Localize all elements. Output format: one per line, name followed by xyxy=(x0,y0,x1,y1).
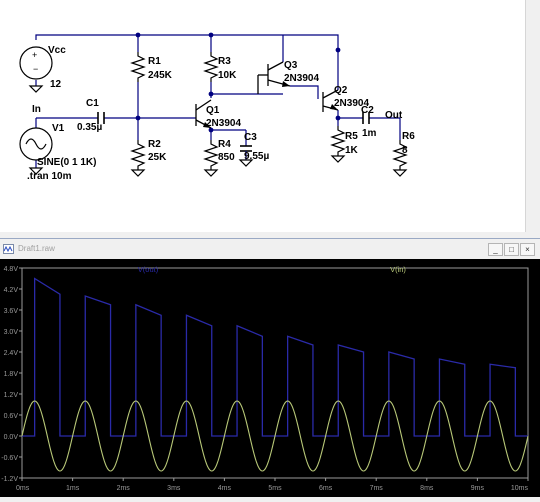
r4-name: R4 xyxy=(218,139,231,150)
plot-title: Draft1.raw xyxy=(18,244,55,253)
r2-value: 25K xyxy=(148,152,167,163)
minimize-button[interactable]: _ xyxy=(488,243,503,256)
x-tick-label: 10ms xyxy=(511,485,529,492)
plot-area[interactable]: 4.8V 4.2V 3.6V 3.0V 2.4V 1.8V 1.2V 0.6V 0.0V -0.6… xyxy=(0,259,540,497)
plot-titlebar[interactable]: Draft1.raw _ □ × xyxy=(0,239,540,259)
r1-name: R1 xyxy=(148,56,161,67)
c2-value: 1m xyxy=(362,128,377,139)
y-tick-label: -1.2V xyxy=(1,476,18,483)
r5-name: R5 xyxy=(345,131,358,142)
y-tick-label: 3.6V xyxy=(4,308,19,315)
r5-value: 1K xyxy=(345,145,358,156)
c2-name: C2 xyxy=(361,105,374,116)
y-tick-label: 1.2V xyxy=(4,392,19,399)
x-tick-label: 5ms xyxy=(268,485,282,492)
vertical-scrollbar[interactable] xyxy=(525,0,540,232)
q1-model: 2N3904 xyxy=(206,118,242,129)
x-tick-label: 7ms xyxy=(370,485,384,492)
svg-text:+: + xyxy=(32,50,37,60)
v1-name: V1 xyxy=(52,123,65,134)
q3-model: 2N3904 xyxy=(284,73,320,84)
c1-name: C1 xyxy=(86,98,99,109)
plot-frame xyxy=(21,267,529,479)
schematic-canvas[interactable]: + − Vcc 12 R1 245K R3 10K Q3 2N3904 In C… xyxy=(0,0,540,232)
close-button[interactable]: × xyxy=(520,243,535,256)
sine-spec: SINE(0 1 1K) xyxy=(37,157,97,168)
x-tick-label: 2ms xyxy=(117,485,131,492)
y-tick-label: -0.6V xyxy=(1,455,18,462)
tran-directive: .tran 10m xyxy=(27,171,72,182)
series-vin-line xyxy=(21,400,529,472)
r1-value: 245K xyxy=(148,70,172,81)
vcc-label: Vcc xyxy=(48,45,66,56)
y-tick-label: 4.8V xyxy=(4,266,19,273)
y-tick-label: 2.4V xyxy=(4,350,19,357)
c3-name: C3 xyxy=(244,132,257,143)
in-node-label: In xyxy=(32,104,41,115)
y-tick-label: 1.8V xyxy=(4,371,19,378)
x-tick-label: 4ms xyxy=(218,485,232,492)
vcc-value: 12 xyxy=(50,79,62,90)
waveform-chart: 4.8V 4.2V 3.6V 3.0V 2.4V 1.8V 1.2V 0.6V 0.0V -0.6… xyxy=(1,265,529,492)
x-tick-label: 6ms xyxy=(319,485,333,492)
q1-name: Q1 xyxy=(206,105,220,116)
svg-text:−: − xyxy=(33,64,38,74)
r3-name: R3 xyxy=(218,56,231,67)
r3-value: 10K xyxy=(218,70,237,81)
out-node-label: Out xyxy=(385,110,403,121)
x-tick-label: 8ms xyxy=(420,485,434,492)
x-tick-label: 3ms xyxy=(167,485,181,492)
c3-value: 9.55µ xyxy=(244,151,270,162)
y-tick-label: 4.2V xyxy=(4,287,19,294)
r6-value: 8 xyxy=(402,145,408,156)
q3-name: Q3 xyxy=(284,60,298,71)
legend-vin: V(in) xyxy=(390,265,406,274)
x-tick-label: 1ms xyxy=(66,485,80,492)
y-tick-label: 3.0V xyxy=(4,329,19,336)
r2-name: R2 xyxy=(148,139,161,150)
y-tick-label: 0.0V xyxy=(4,434,19,441)
waveform-icon xyxy=(3,244,14,254)
r6-name: R6 xyxy=(402,131,415,142)
r4-value: 850 xyxy=(218,152,235,163)
series-vout-line xyxy=(22,277,528,437)
schematic-wires: + − xyxy=(19,32,408,177)
legend-vout: V(out) xyxy=(138,265,159,274)
x-tick-label: 9ms xyxy=(471,485,485,492)
plot-window[interactable]: Draft1.raw _ □ × 4.8V 4.2V 3.6V 3.0V 2.4V 1.8… xyxy=(0,238,540,497)
y-tick-label: 0.6V xyxy=(4,413,19,420)
c1-value: 0.35µ xyxy=(77,122,103,133)
x-tick-label: 0ms xyxy=(16,485,30,492)
restore-button[interactable]: □ xyxy=(504,243,519,256)
q2-name: Q2 xyxy=(334,85,348,96)
